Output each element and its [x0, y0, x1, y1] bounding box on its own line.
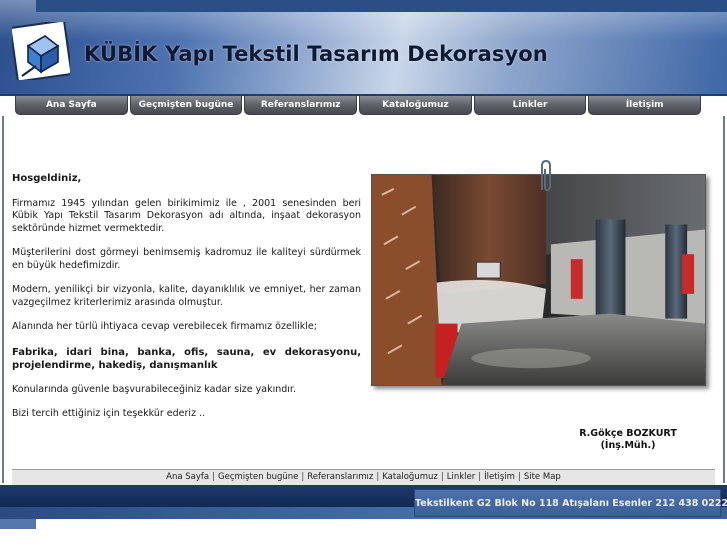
footer-link-ana-sayfa[interactable]: Ana Sayfa — [166, 472, 209, 482]
footer-link-katalogumuz[interactable]: Kataloğumuz — [382, 472, 438, 482]
footer-separator: | — [517, 472, 521, 482]
nav-item-gecmisten-bugune[interactable]: Geçmişten bugüne — [129, 96, 243, 115]
intro-paragraph: Firmamız 1945 yılından gelen birikimimiz… — [12, 197, 361, 234]
main-nav: Ana Sayfa Geçmişten bugüne Referanslarım… — [15, 96, 702, 115]
signature: R.Gökçe BOZKURT (İnş.Müh.) — [568, 428, 688, 452]
cube-logo-icon[interactable] — [12, 22, 70, 80]
footer-link-referanslarimiz[interactable]: Referanslarımız — [307, 472, 373, 482]
signature-title: (İnş.Müh.) — [600, 440, 656, 451]
footer-separator: | — [440, 472, 444, 482]
footer-link-gecmisten-bugune[interactable]: Geçmişten bugüne — [218, 472, 298, 482]
nav-item-referanslarimiz[interactable]: Referanslarımız — [244, 96, 358, 115]
footer-separator: | — [376, 472, 380, 482]
closing-paragraph: Konularında güvenle başvurabileceğiniz k… — [12, 383, 296, 395]
greeting: Hosgeldiniz, — [12, 173, 82, 184]
footer-link-iletisim[interactable]: İletişim — [484, 472, 515, 482]
footer-link-linkler[interactable]: Linkler — [447, 472, 476, 482]
intro-paragraph: Alanında her türlü ihtiyaca cevap verebi… — [12, 321, 317, 332]
closing-paragraph: Bizi tercih ettiğiniz için teşekkür eder… — [12, 408, 206, 419]
interior-photo — [371, 174, 706, 386]
page: KÜBİK Yapı Tekstil Tasarım Dekorasyon An… — [0, 0, 727, 545]
footer-separator: | — [478, 472, 482, 482]
footer-corner-tab — [0, 519, 36, 529]
interior-photo-frame — [371, 160, 708, 388]
footer-links: Ana Sayfa | Geçmişten bugüne | Referanslarım… — [12, 469, 715, 485]
nav-item-katalogumuz[interactable]: Kataloğumuz — [359, 96, 472, 115]
nav-item-ana-sayfa[interactable]: Ana Sayfa — [15, 96, 128, 115]
address-box: Tekstilkent G2 Blok No 118 Atışalanı Ese… — [414, 489, 727, 517]
site-title: KÜBİK Yapı Tekstil Tasarım Dekorasyon — [84, 42, 548, 66]
footer-separator: | — [212, 472, 215, 482]
nav-item-iletisim[interactable]: İletişim — [588, 96, 702, 115]
footer-link-site-map[interactable]: Site Map — [524, 472, 561, 482]
signature-name: R.Gökçe BOZKURT — [579, 428, 677, 439]
header-top-strip — [36, 0, 727, 12]
intro-text: Hosgeldiniz, Firmamız 1945 yılından gele… — [12, 173, 361, 433]
nav-item-linkler[interactable]: Linkler — [473, 96, 587, 115]
site-header: KÜBİK Yapı Tekstil Tasarım Dekorasyon — [0, 0, 727, 96]
intro-paragraph: Müşterilerini dost görmeyi benimsemiş ka… — [12, 247, 361, 271]
footer-separator: | — [301, 472, 305, 482]
paper-clip-icon — [541, 160, 551, 192]
services-list: Fabrika, idari bina, banka, ofis, sauna,… — [12, 346, 361, 371]
intro-paragraph: Modern, yenilikçi bir vizyonla, kalite, … — [12, 284, 361, 308]
